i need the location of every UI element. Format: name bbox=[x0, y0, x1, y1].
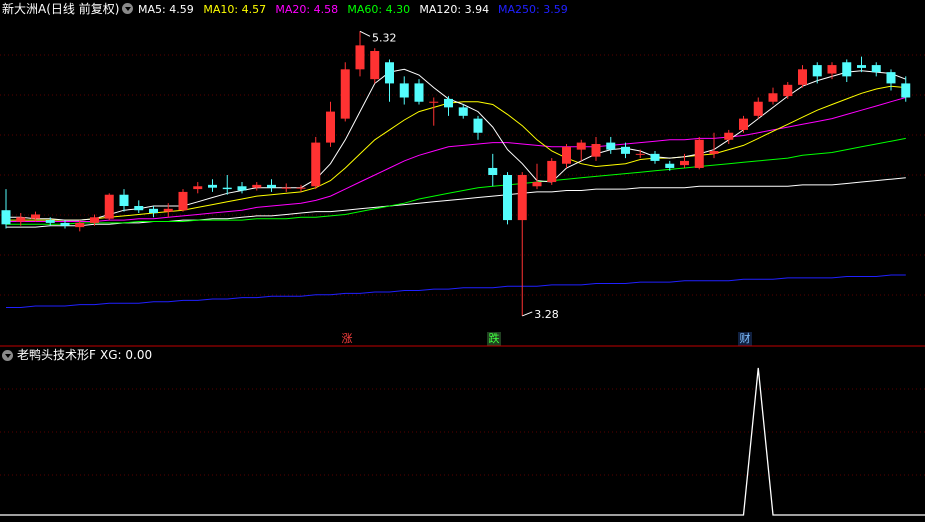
candle-body bbox=[724, 132, 734, 140]
candle-body bbox=[827, 65, 837, 74]
candle-body bbox=[16, 217, 26, 222]
candle-body bbox=[178, 191, 188, 211]
candle-body bbox=[532, 182, 542, 187]
candle-body bbox=[414, 83, 424, 102]
high-arrow bbox=[359, 30, 371, 37]
candle-body bbox=[709, 151, 719, 154]
ma250-line bbox=[6, 274, 906, 308]
candle-body bbox=[90, 217, 99, 223]
candle-body bbox=[311, 142, 321, 187]
candle-body bbox=[193, 186, 203, 190]
low-arrow bbox=[522, 311, 533, 317]
candle-body bbox=[75, 222, 85, 228]
candle-body bbox=[562, 146, 571, 164]
candle-body bbox=[429, 101, 439, 103]
candle-body bbox=[296, 187, 306, 189]
kline-chart: 5.32 3.28 bbox=[0, 30, 925, 516]
candle-body bbox=[857, 65, 866, 68]
candle-body bbox=[576, 142, 586, 150]
candle-body bbox=[355, 45, 365, 70]
candle-body bbox=[252, 184, 262, 188]
candle-body bbox=[621, 146, 630, 154]
candle-body bbox=[488, 167, 498, 175]
candle-body bbox=[385, 62, 394, 84]
ma5-line bbox=[6, 68, 906, 221]
candle-body bbox=[606, 142, 616, 150]
candle-body bbox=[104, 194, 114, 219]
candle-body bbox=[134, 206, 144, 211]
candle-body bbox=[665, 163, 675, 168]
candle-body bbox=[694, 139, 704, 168]
candle-body bbox=[517, 175, 527, 221]
candle-body bbox=[149, 208, 158, 214]
candle-body bbox=[119, 194, 129, 206]
high-label: 5.32 bbox=[372, 31, 397, 44]
candle-body bbox=[739, 118, 748, 130]
candle-body bbox=[60, 222, 70, 226]
candle-body bbox=[267, 184, 276, 188]
candle-body bbox=[886, 72, 896, 84]
candle-body bbox=[340, 69, 350, 119]
candle-body bbox=[444, 98, 453, 108]
candle-body bbox=[222, 187, 232, 190]
candle-body bbox=[783, 84, 793, 97]
candle-body bbox=[650, 153, 660, 161]
candle-body bbox=[399, 83, 409, 98]
candle-body bbox=[370, 51, 380, 80]
candle-body bbox=[1, 210, 11, 225]
candle-body bbox=[871, 65, 881, 73]
candle-body bbox=[591, 144, 601, 157]
candle-body bbox=[281, 187, 291, 189]
ma60-line bbox=[6, 137, 906, 225]
low-label: 3.28 bbox=[534, 308, 559, 321]
candle-body bbox=[753, 101, 763, 116]
candle-body bbox=[547, 160, 557, 183]
candle-body bbox=[163, 208, 173, 212]
candle-body bbox=[208, 184, 217, 188]
candle-body bbox=[458, 107, 468, 116]
candle-body bbox=[680, 160, 689, 166]
xg-line bbox=[0, 367, 925, 516]
candle-body bbox=[842, 62, 852, 77]
candle-body bbox=[31, 214, 40, 219]
candle-body bbox=[635, 153, 645, 155]
candle-body bbox=[237, 186, 247, 191]
ma120-line bbox=[6, 177, 906, 228]
candle-body bbox=[768, 93, 778, 102]
candle-body bbox=[473, 118, 483, 133]
candle-body bbox=[503, 175, 512, 221]
candle-body bbox=[812, 65, 822, 77]
candle-body bbox=[798, 69, 807, 85]
candle-body bbox=[326, 111, 335, 143]
candle-body bbox=[901, 83, 911, 98]
candle-body bbox=[45, 220, 55, 223]
